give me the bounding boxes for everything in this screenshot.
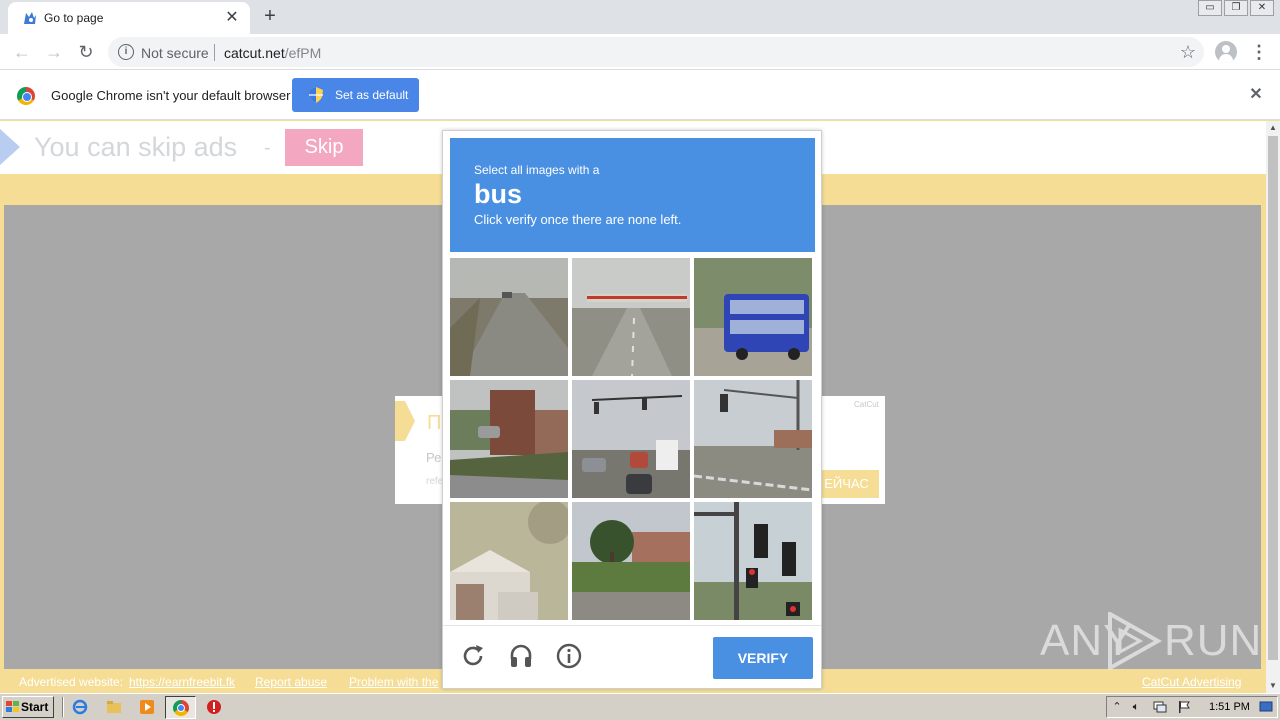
title-bar: Go to page ✕ + ▭ ❐ ✕ (0, 0, 1280, 34)
url-separator (214, 44, 215, 61)
set-as-default-label: Set as default (335, 88, 409, 102)
start-label: Start (21, 700, 49, 714)
captcha-tile-intersection-traffic-light[interactable] (694, 380, 812, 498)
promo-small-text: refe (426, 476, 444, 487)
captcha-tile-highway-road[interactable] (450, 258, 568, 376)
captcha-tile-traffic-intersection-trucks[interactable] (572, 380, 690, 498)
bookmark-star-icon[interactable]: ☆ (1180, 42, 1196, 63)
taskbar-clock: 1:51 PM (1209, 701, 1250, 713)
taskbar-chrome-button[interactable] (165, 696, 196, 719)
show-desktop-icon[interactable] (1259, 700, 1273, 714)
default-browser-infobar: Google Chrome isn't your default browser… (0, 70, 1280, 120)
chrome-logo-icon (17, 87, 35, 105)
verify-button[interactable]: VERIFY (713, 637, 813, 679)
scroll-down-icon[interactable]: ▼ (1266, 679, 1280, 693)
captcha-footer-divider (443, 625, 821, 626)
file-explorer-icon[interactable] (106, 699, 122, 715)
problem-link[interactable]: Problem with the (349, 675, 438, 689)
infobar-close-icon[interactable]: ✕ (1246, 85, 1266, 105)
new-tab-button[interactable]: + (259, 5, 281, 27)
advertised-link[interactable]: https://earnfreebit.fk (129, 675, 235, 689)
internet-explorer-icon[interactable] (72, 699, 88, 715)
url-domain: catcut.net (224, 45, 285, 61)
promo-title: П (427, 412, 442, 434)
scroll-thumb[interactable] (1268, 136, 1278, 660)
volume-icon[interactable]: 🔈︎ (1129, 700, 1143, 714)
windows-flag-icon (6, 701, 19, 712)
captcha-tile-house-garage[interactable] (450, 502, 568, 620)
captcha-tile-blue-double-decker-bus[interactable] (694, 258, 812, 376)
forward-icon[interactable]: → (42, 40, 66, 64)
skip-ads-text: You can skip ads (34, 132, 238, 162)
page-scrollbar[interactable]: ▲ ▼ (1266, 121, 1280, 693)
system-tray: ⌃ 🔈︎ 1:51 PM (1106, 696, 1278, 718)
scroll-up-icon[interactable]: ▲ (1266, 121, 1280, 135)
tray-expand-icon[interactable]: ⌃ (1110, 700, 1124, 714)
media-player-icon[interactable] (139, 699, 155, 715)
catcut-advertising-link[interactable]: CatCut Advertising (1142, 675, 1241, 689)
url-text: catcut.net/efPM (224, 45, 321, 61)
captcha-info-icon[interactable] (555, 642, 583, 670)
captcha-tile-traffic-signal-close[interactable] (694, 502, 812, 620)
restore-button[interactable]: ❐ (1224, 0, 1248, 16)
browser-tab[interactable]: Go to page ✕ (8, 2, 250, 34)
promo-brand: CatCut (854, 400, 879, 409)
catcut-favicon-icon (24, 12, 36, 24)
captcha-instruction: Select all images with a (474, 163, 600, 177)
chrome-taskbar-icon (173, 700, 189, 716)
promo-subtitle: Ре (426, 450, 442, 465)
windows-taskbar: Start ⌃ 🔈︎ 1:51 PM (0, 693, 1280, 720)
anyrun-watermark: ANY RUN (1040, 612, 1261, 670)
close-window-button[interactable]: ✕ (1250, 0, 1274, 16)
address-bar[interactable]: i Not secure catcut.net/efPM ☆ (108, 37, 1204, 67)
start-button[interactable]: Start (2, 696, 54, 718)
infobar-message: Google Chrome isn't your default browser (51, 88, 291, 103)
reload-challenge-icon[interactable] (459, 642, 487, 670)
promo-chevron-icon (395, 401, 415, 441)
back-icon[interactable]: ← (10, 40, 34, 64)
skip-dash: - (264, 137, 271, 159)
captcha-dialog: Select all images with a bus Click verif… (442, 130, 822, 689)
browser-toolbar: ← → ↻ i Not secure catcut.net/efPM ☆ ⋮ (0, 34, 1280, 70)
audio-challenge-icon[interactable] (507, 642, 535, 670)
tab-title: Go to page (44, 11, 104, 25)
network-icon[interactable] (1153, 700, 1167, 714)
url-path: /efPM (284, 45, 322, 61)
skip-button[interactable]: Skip (285, 129, 363, 166)
promo-button[interactable]: ЕЙЧАС (814, 470, 879, 498)
captcha-header: Select all images with a bus Click verif… (450, 138, 815, 252)
site-info-icon[interactable]: i (118, 44, 134, 60)
captcha-hint: Click verify once there are none left. (474, 212, 682, 227)
watermark-right-text: RUN (1164, 616, 1263, 665)
uac-shield-icon (309, 87, 323, 103)
window-controls: ▭ ❐ ✕ (1198, 0, 1274, 16)
tab-close-icon[interactable]: ✕ (222, 8, 242, 28)
reload-icon[interactable]: ↻ (74, 40, 98, 64)
advertised-label: Advertised website: (19, 675, 124, 689)
browser-menu-icon[interactable]: ⋮ (1250, 40, 1268, 64)
captcha-target-word: bus (474, 179, 523, 209)
minimize-button[interactable]: ▭ (1198, 0, 1222, 16)
captcha-tile-street-buildings-cars[interactable] (450, 380, 568, 498)
captcha-tile-trees-lawn[interactable] (572, 502, 690, 620)
action-center-flag-icon[interactable] (1177, 700, 1191, 714)
antivirus-icon[interactable] (206, 699, 222, 715)
report-abuse-link[interactable]: Report abuse (255, 675, 327, 689)
arrow-marker-icon (0, 129, 20, 165)
security-label: Not secure (141, 45, 209, 61)
profile-avatar-icon[interactable] (1215, 41, 1237, 63)
watermark-play-icon (1108, 612, 1162, 670)
captcha-tile-highway-overpass[interactable] (572, 258, 690, 376)
taskbar-separator (62, 697, 64, 717)
set-as-default-button[interactable]: Set as default (292, 78, 419, 112)
